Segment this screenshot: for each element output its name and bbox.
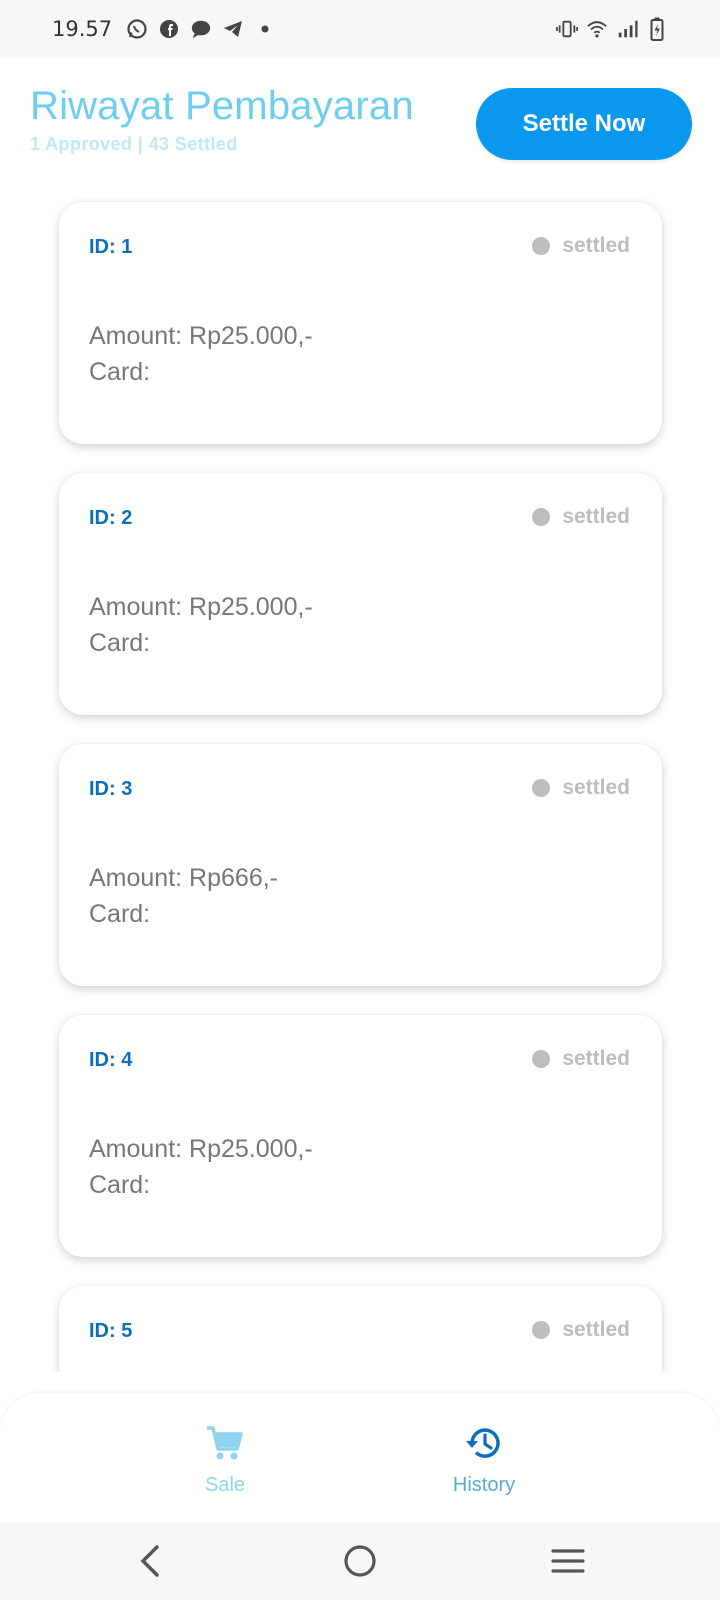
status-label: settled bbox=[562, 234, 630, 257]
status-indicator: settled bbox=[532, 505, 630, 529]
status-dot-icon bbox=[532, 508, 551, 526]
wifi-icon bbox=[586, 18, 608, 40]
transaction-card[interactable]: ID: 1 settled Amount: Rp25.000,- Card: bbox=[59, 202, 662, 444]
status-dot-icon bbox=[532, 779, 551, 797]
message-icon bbox=[190, 18, 212, 40]
bottom-navigation: Sale History bbox=[0, 1393, 720, 1523]
status-indicator: settled bbox=[532, 1318, 630, 1342]
page-title: Riwayat Pembayaran bbox=[30, 84, 414, 128]
transaction-card[interactable]: ID: 2 settled Amount: Rp25.000,- Card: bbox=[59, 473, 662, 715]
nav-history-label: History bbox=[452, 1474, 516, 1496]
status-label: settled bbox=[562, 776, 630, 799]
status-label: settled bbox=[562, 1047, 630, 1070]
transaction-card[interactable]: ID: 5 settled bbox=[59, 1286, 662, 1372]
nav-sale-label: Sale bbox=[204, 1474, 246, 1496]
status-dot-icon bbox=[532, 1050, 551, 1068]
status-indicator: settled bbox=[532, 234, 630, 258]
dot-icon bbox=[254, 18, 276, 40]
transaction-id: ID: 5 bbox=[89, 1320, 133, 1342]
transaction-id: ID: 1 bbox=[89, 236, 133, 258]
whatsapp-icon bbox=[126, 18, 148, 40]
transaction-card[interactable]: ID: 3 settled Amount: Rp666,- Card: bbox=[59, 744, 662, 986]
telegram-icon bbox=[222, 18, 244, 40]
page-header: Riwayat Pembayaran 1 Approved | 43 Settl… bbox=[0, 58, 720, 198]
transaction-card-number: Card: bbox=[89, 629, 151, 657]
transaction-amount: Amount: Rp666,- bbox=[89, 864, 278, 892]
transaction-card-number: Card: bbox=[89, 900, 151, 928]
transaction-amount: Amount: Rp25.000,- bbox=[89, 1135, 313, 1163]
nav-sale[interactable]: Sale bbox=[165, 1423, 285, 1497]
back-icon[interactable] bbox=[130, 1541, 170, 1581]
transaction-card-number: Card: bbox=[89, 358, 151, 386]
history-icon bbox=[464, 1423, 504, 1468]
system-navigation-bar bbox=[0, 1523, 720, 1600]
transaction-id: ID: 3 bbox=[89, 778, 133, 800]
home-icon[interactable] bbox=[340, 1541, 380, 1581]
facebook-icon bbox=[158, 18, 180, 40]
status-bar: 19.57 bbox=[0, 0, 720, 58]
transaction-card[interactable]: ID: 4 settled Amount: Rp25.000,- Card: bbox=[59, 1015, 662, 1257]
signal-icon bbox=[616, 18, 638, 40]
status-dot-icon bbox=[532, 1321, 551, 1339]
status-dot-icon bbox=[532, 237, 551, 255]
cart-icon bbox=[205, 1423, 245, 1468]
nav-history[interactable]: History bbox=[424, 1423, 544, 1497]
settle-now-button[interactable]: Settle Now bbox=[476, 88, 692, 160]
vibrate-icon bbox=[556, 18, 578, 40]
recent-apps-icon[interactable] bbox=[548, 1541, 588, 1581]
status-time: 19.57 bbox=[52, 17, 113, 41]
transaction-amount: Amount: Rp25.000,- bbox=[89, 593, 313, 621]
transaction-id: ID: 4 bbox=[89, 1049, 133, 1071]
transaction-card-number: Card: bbox=[89, 1171, 151, 1199]
transaction-list[interactable]: ID: 1 settled Amount: Rp25.000,- Card: I… bbox=[0, 198, 720, 1372]
status-label: settled bbox=[562, 505, 630, 528]
transaction-id: ID: 2 bbox=[89, 507, 133, 529]
battery-icon bbox=[646, 17, 668, 41]
notification-icons bbox=[126, 18, 276, 40]
status-indicator: settled bbox=[532, 776, 630, 800]
settlement-summary: 1 Approved | 43 Settled bbox=[30, 134, 238, 154]
transaction-amount: Amount: Rp25.000,- bbox=[89, 322, 313, 350]
status-indicator: settled bbox=[532, 1047, 630, 1071]
status-label: settled bbox=[562, 1318, 630, 1341]
system-icons bbox=[556, 17, 668, 41]
